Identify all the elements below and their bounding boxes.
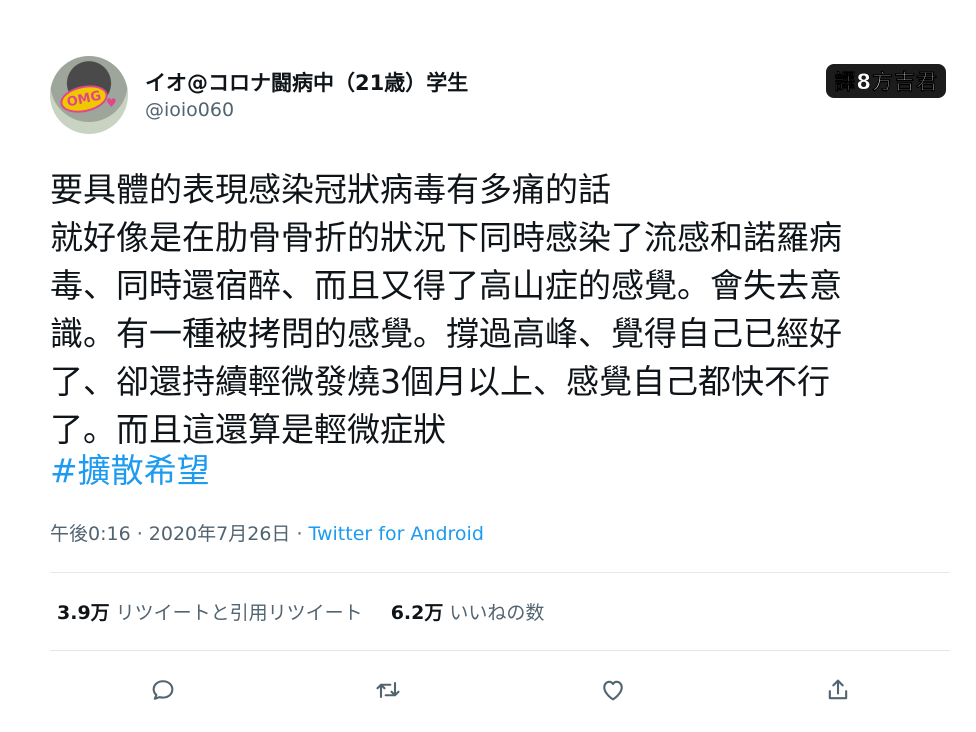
translator-watermark: 譯8方吉君 bbox=[826, 64, 946, 98]
tweet-body-line: 毒、同時還宿醉、而且又得了高山症的感覺。會失去意 bbox=[50, 266, 842, 305]
timestamp[interactable]: 午後0:16 · 2020年7月26日 · bbox=[50, 523, 309, 545]
retweets-label: リツイートと引用リツイート bbox=[115, 602, 363, 624]
source-link[interactable]: Twitter for Android bbox=[309, 523, 484, 545]
share-icon bbox=[828, 679, 848, 700]
user-handle[interactable]: @ioio060 bbox=[145, 99, 234, 121]
likes-stat[interactable]: 6.2万 いいねの数 bbox=[391, 602, 545, 624]
display-name[interactable]: イオ@コロナ闘病中（21歳）学生 bbox=[145, 67, 468, 97]
tweet-body: 要具體的表現感染冠狀病毒有多痛的話 就好像是在肋骨骨折的狀況下同時感染了流感和諾… bbox=[50, 166, 940, 454]
retweet-button[interactable] bbox=[370, 672, 406, 708]
tweet-card: OMG ♥ イオ@コロナ闘病中（21歳）学生 @ioio060 譯8方吉君 要具… bbox=[0, 0, 976, 732]
divider bbox=[50, 650, 950, 651]
hashtag-link[interactable]: #擴散希望 bbox=[50, 447, 210, 495]
retweets-count: 3.9万 bbox=[57, 602, 110, 624]
like-button[interactable] bbox=[595, 672, 631, 708]
divider bbox=[50, 572, 950, 573]
tweet-body-line: 了、卻還持續輕微發燒3個月以上、感覺自己都快不行 bbox=[50, 362, 830, 401]
tweet-body-line: 識。有一種被拷問的感覺。撐過高峰、覺得自己已經好 bbox=[50, 314, 842, 353]
reply-icon bbox=[152, 680, 174, 700]
retweets-stat[interactable]: 3.9万 リツイートと引用リツイート bbox=[57, 602, 363, 624]
tweet-meta: 午後0:16 · 2020年7月26日 · Twitter for Androi… bbox=[50, 519, 484, 546]
reply-button[interactable] bbox=[145, 672, 181, 708]
avatar[interactable]: OMG ♥ bbox=[50, 56, 128, 134]
heart-decoration-icon: ♥ bbox=[106, 96, 117, 110]
share-button[interactable] bbox=[820, 672, 856, 708]
avatar-badge: OMG bbox=[57, 81, 111, 117]
likes-count: 6.2万 bbox=[390, 602, 444, 624]
retweet-icon bbox=[376, 681, 400, 699]
engagement-stats: 3.9万 リツイートと引用リツイート 6.2万 いいねの数 bbox=[57, 598, 544, 625]
tweet-body-line: 就好像是在肋骨骨折的狀況下同時感染了流感和諾羅病 bbox=[50, 218, 842, 257]
tweet-body-line: 要具體的表現感染冠狀病毒有多痛的話 bbox=[50, 170, 611, 209]
heart-icon bbox=[603, 680, 623, 701]
likes-label: いいねの数 bbox=[449, 602, 545, 624]
